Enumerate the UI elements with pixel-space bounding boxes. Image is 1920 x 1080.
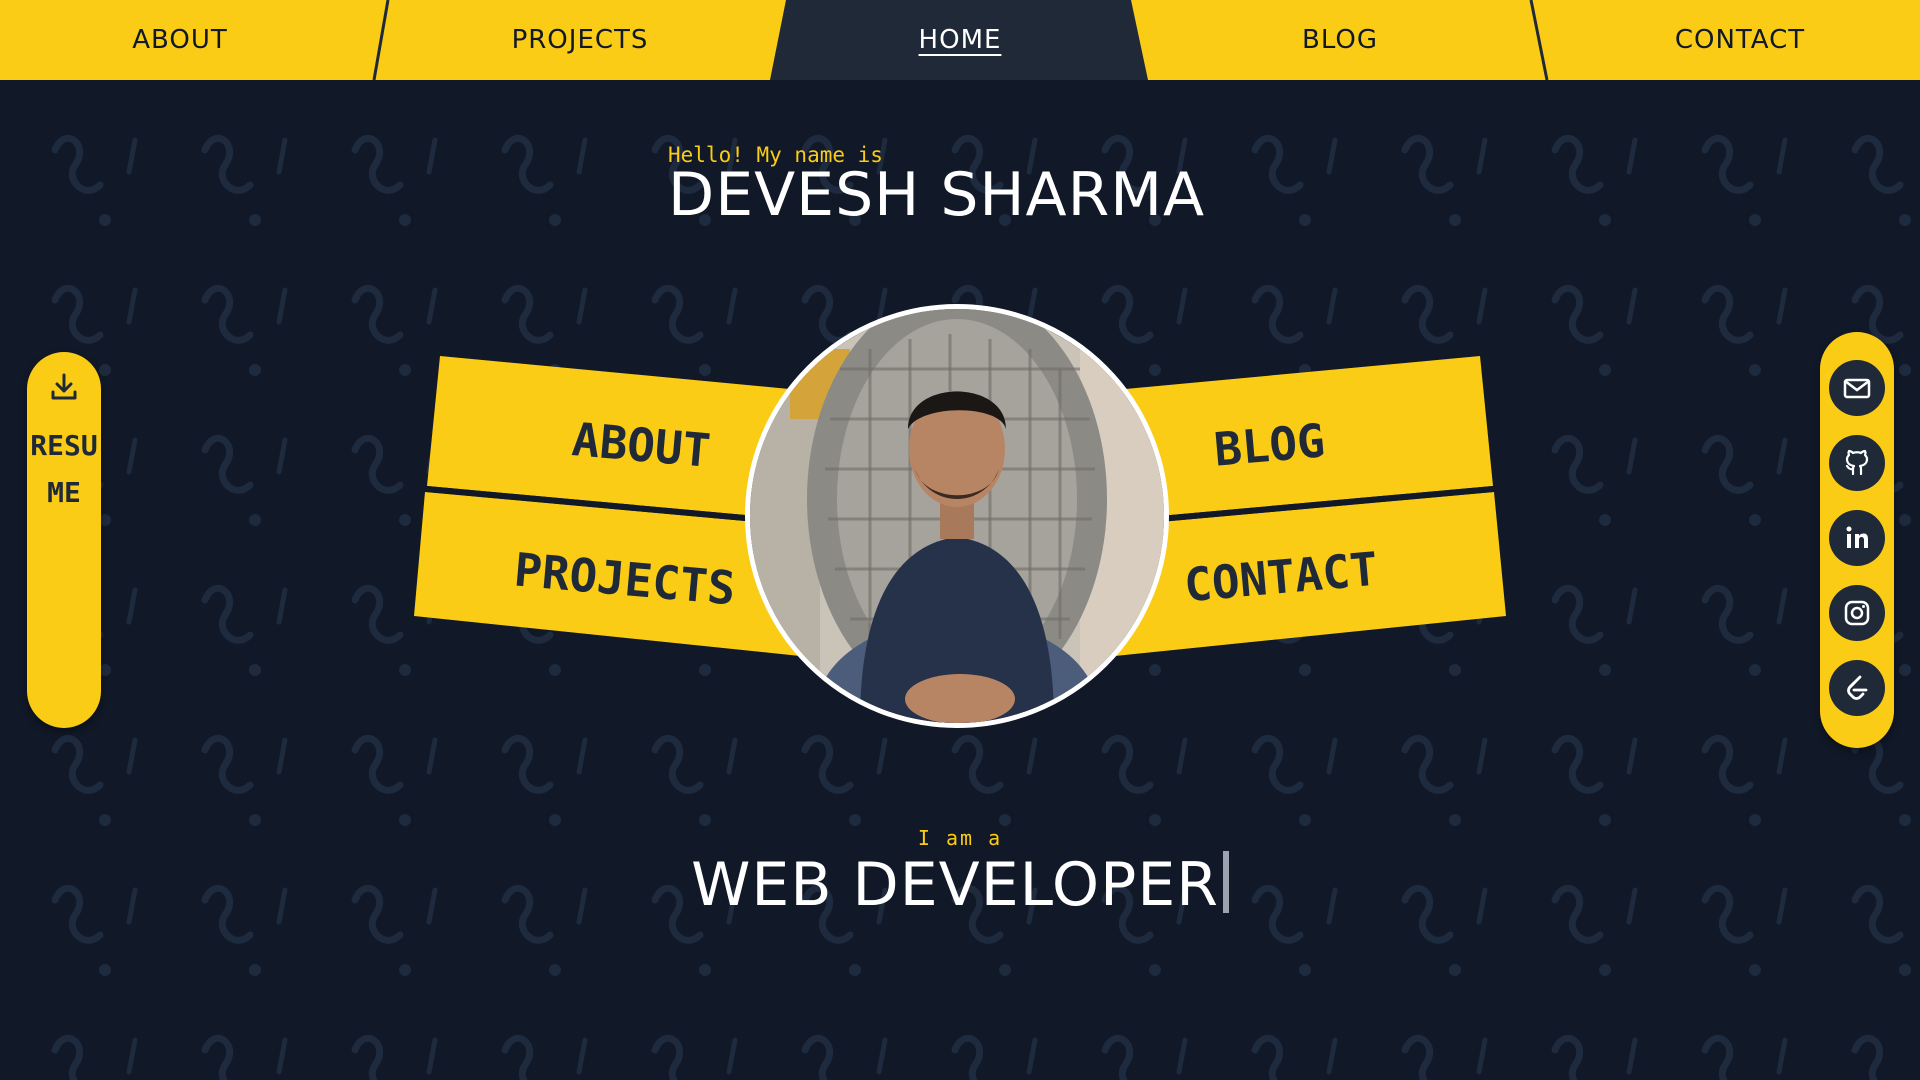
resume-button[interactable]: RESUME [27, 352, 101, 728]
hub-label-blog[interactable]: BLOG [1212, 413, 1327, 476]
nav-link-home[interactable]: HOME [810, 0, 1110, 80]
role-intro: I am a [917, 826, 1003, 850]
typing-cursor [1222, 851, 1229, 913]
leetcode-icon [1847, 675, 1868, 700]
github-icon [1845, 449, 1869, 476]
mail-icon [1843, 378, 1871, 399]
hero-name: DEVESH SHARMA [668, 160, 1206, 230]
social-links [1820, 332, 1894, 748]
profile-photo [750, 309, 1164, 723]
instagram-link[interactable] [1829, 585, 1885, 641]
role-line: WEB DEVELOPER [0, 850, 1920, 920]
role-title: WEB DEVELOPER [691, 850, 1219, 920]
nav-link-projects[interactable]: PROJECTS [420, 0, 740, 80]
leetcode-link[interactable] [1829, 660, 1885, 716]
linkedin-icon [1846, 526, 1868, 548]
resume-label: RESUME [30, 429, 98, 509]
nav-link-about[interactable]: ABOUT [40, 0, 320, 80]
nav-link-contact[interactable]: CONTACT [1570, 0, 1910, 80]
mail-link[interactable] [1829, 360, 1885, 416]
instagram-icon [1844, 600, 1870, 626]
download-icon [49, 372, 79, 406]
top-navigation: ABOUT PROJECTS HOME BLOG CONTACT [0, 0, 1920, 80]
profile-avatar [745, 304, 1169, 728]
nav-link-blog[interactable]: BLOG [1190, 0, 1490, 80]
github-link[interactable] [1829, 435, 1885, 491]
linkedin-link[interactable] [1829, 510, 1885, 566]
